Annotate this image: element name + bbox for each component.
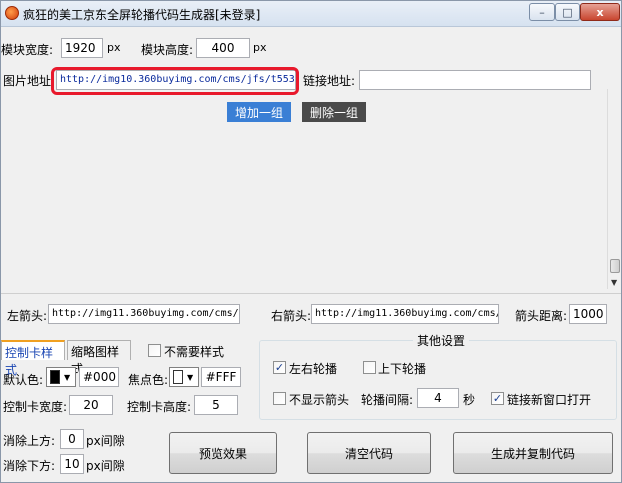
default-color-picker[interactable]: ▼ (46, 367, 76, 387)
chevron-down-icon: ▼ (187, 372, 194, 382)
app-logo-icon (5, 6, 19, 20)
gap-top-label: 消除上方: (3, 434, 56, 448)
no-style-label: 不需要样式 (164, 345, 225, 359)
no-style-checkbox[interactable] (148, 344, 161, 357)
hide-arrow-label: 不显示箭头 (289, 393, 350, 407)
minimize-button[interactable]: – (529, 3, 555, 21)
preview-button[interactable]: 预览效果 (169, 432, 277, 474)
divider (1, 293, 621, 294)
link-url-label: 链接地址: (303, 74, 356, 88)
window-title: 疯狂的美工京东全屏轮播代码生成器[未登录] (23, 8, 261, 22)
interval-label: 轮播间隔: (361, 393, 414, 407)
card-height-input[interactable]: 5 (194, 395, 238, 415)
link-url-input[interactable] (359, 70, 591, 90)
tab-control-style[interactable]: 控制卡样式 (1, 340, 65, 377)
gap-top-unit: px间隙 (86, 434, 125, 448)
interval-unit: 秒 (463, 393, 476, 407)
card-width-input[interactable]: 20 (69, 395, 113, 415)
focus-color-input[interactable]: #FFF (201, 367, 241, 387)
vertical-scrollbar[interactable]: ▼ (607, 89, 621, 289)
ud-carousel-checkbox[interactable] (363, 361, 376, 374)
new-window-label: 链接新窗口打开 (507, 393, 592, 407)
module-height-unit: px (253, 41, 267, 54)
module-width-label: 模块宽度: (1, 43, 54, 57)
default-color-swatch (50, 370, 60, 384)
focus-color-swatch (173, 370, 183, 384)
module-width-unit: px (107, 41, 121, 54)
lr-carousel-label: 左右轮播 (289, 362, 338, 376)
gap-bottom-unit: px间隙 (86, 459, 125, 473)
close-button[interactable]: x (580, 3, 620, 21)
left-arrow-label: 左箭头: (7, 309, 48, 323)
hide-arrow-checkbox[interactable] (273, 392, 286, 405)
gap-top-input[interactable]: 0 (60, 429, 84, 449)
right-arrow-input[interactable]: http://img11.360buyimg.com/cms/j: (311, 304, 499, 324)
lr-carousel-checkbox[interactable]: ✓ (273, 361, 286, 374)
module-height-label: 模块高度: (141, 43, 194, 57)
gap-bottom-input[interactable]: 10 (60, 454, 84, 474)
arrow-distance-input[interactable]: 1000 (569, 304, 607, 324)
other-settings-group (259, 340, 617, 420)
left-arrow-input[interactable]: http://img11.360buyimg.com/cms/jf (48, 304, 240, 324)
arrow-distance-label: 箭头距离: (515, 309, 568, 323)
maximize-button[interactable]: □ (555, 3, 580, 21)
default-color-label: 默认色: (3, 373, 44, 387)
module-width-input[interactable]: 1920 (61, 38, 103, 58)
delete-group-button[interactable]: 删除一组 (302, 102, 366, 122)
card-height-label: 控制卡高度: (127, 400, 192, 414)
tab-thumb-style[interactable]: 缩略图样式 (67, 340, 131, 376)
groups-panel (1, 125, 607, 287)
ud-carousel-label: 上下轮播 (378, 362, 427, 376)
generate-copy-button[interactable]: 生成并复制代码 (453, 432, 613, 474)
highlight-box (51, 67, 299, 95)
other-settings-title: 其他设置 (413, 332, 470, 349)
focus-color-label: 焦点色: (128, 373, 169, 387)
new-window-checkbox[interactable]: ✓ (491, 392, 504, 405)
scroll-down-arrow-icon[interactable]: ▼ (611, 278, 617, 287)
focus-color-picker[interactable]: ▼ (169, 367, 199, 387)
right-arrow-label: 右箭头: (271, 309, 312, 323)
image-url-label: 图片地址: (3, 74, 56, 88)
title-bar[interactable]: 疯狂的美工京东全屏轮播代码生成器[未登录] – □ x (1, 1, 621, 27)
interval-input[interactable]: 4 (417, 388, 459, 408)
module-height-input[interactable]: 400 (196, 38, 250, 58)
card-width-label: 控制卡宽度: (3, 400, 68, 414)
default-color-input[interactable]: #000 (79, 367, 119, 387)
chevron-down-icon: ▼ (64, 372, 71, 382)
app-window: 疯狂的美工京东全屏轮播代码生成器[未登录] – □ x 模块宽度: 1920 p… (0, 0, 622, 483)
clear-code-button[interactable]: 清空代码 (307, 432, 431, 474)
add-group-button[interactable]: 增加一组 (227, 102, 291, 122)
gap-bottom-label: 消除下方: (3, 459, 56, 473)
scrollbar-thumb[interactable] (610, 259, 620, 273)
